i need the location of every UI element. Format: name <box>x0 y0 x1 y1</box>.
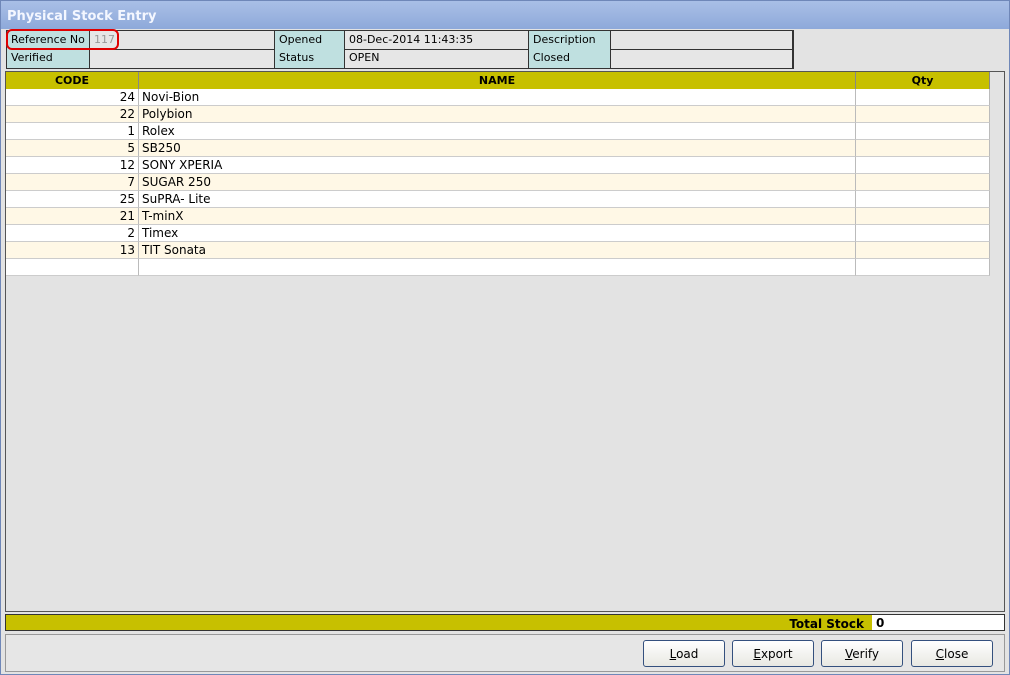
cell-name[interactable]: SB250 <box>139 140 856 157</box>
cell-code[interactable]: 12 <box>6 157 139 174</box>
cell-code[interactable]: 24 <box>6 89 139 106</box>
verify-button[interactable]: Verify <box>821 640 903 667</box>
cell-name[interactable]: TIT Sonata <box>139 242 856 259</box>
verified-field <box>90 49 275 68</box>
cell-code[interactable]: 1 <box>6 123 139 140</box>
cell-code[interactable]: 21 <box>6 208 139 225</box>
button-bar: Load Export Verify Close <box>5 634 1005 672</box>
table-row[interactable]: 22 Polybion <box>6 106 990 123</box>
cell-name[interactable]: Polybion <box>139 106 856 123</box>
column-code[interactable]: CODE <box>6 72 139 89</box>
opened-label: Opened <box>275 31 345 50</box>
table-row[interactable]: 1 Rolex <box>6 123 990 140</box>
cell-code[interactable]: 25 <box>6 191 139 208</box>
total-stock-value: 0 <box>872 615 1004 630</box>
export-button[interactable]: Export <box>732 640 814 667</box>
header-panel: Reference No 117 Opened 08-Dec-2014 11:4… <box>6 30 794 69</box>
table-row[interactable]: 13 TIT Sonata <box>6 242 990 259</box>
opened-field: 08-Dec-2014 11:43:35 <box>345 31 529 50</box>
table-row[interactable]: 12 SONY XPERIA <box>6 157 990 174</box>
cell-qty[interactable] <box>856 242 990 259</box>
cell-name[interactable]: T-minX <box>139 208 856 225</box>
column-name[interactable]: NAME <box>139 72 856 89</box>
cell-code[interactable]: 22 <box>6 106 139 123</box>
verify-label: Verify <box>844 647 880 661</box>
cell-qty[interactable] <box>856 191 990 208</box>
export-label: Export <box>753 647 793 661</box>
cell-qty[interactable] <box>856 140 990 157</box>
column-qty[interactable]: Qty <box>856 72 990 89</box>
cell-qty[interactable] <box>856 225 990 242</box>
cell-code[interactable]: 13 <box>6 242 139 259</box>
table-row[interactable]: 24 Novi-Bion <box>6 89 990 106</box>
status-label: Status <box>275 49 345 68</box>
table-row[interactable]: 25 SuPRA- Lite <box>6 191 990 208</box>
window-title: Physical Stock Entry <box>1 1 1009 29</box>
cell-name[interactable]: Timex <box>139 225 856 242</box>
grid-header: CODE NAME Qty <box>6 72 990 89</box>
cell-name[interactable]: Rolex <box>139 123 856 140</box>
description-label: Description <box>529 31 611 50</box>
close-label: Close <box>935 647 969 661</box>
table-row[interactable]: 2 Timex <box>6 225 990 242</box>
cell-qty[interactable] <box>856 89 990 106</box>
cell-qty[interactable] <box>856 174 990 191</box>
status-field: OPEN <box>345 49 529 68</box>
physical-stock-entry-window: Physical Stock Entry Reference No 117 Op… <box>0 0 1010 675</box>
cell-qty[interactable] <box>856 123 990 140</box>
cell-code[interactable] <box>6 259 139 276</box>
verified-label: Verified <box>7 49 90 68</box>
close-button[interactable]: Close <box>911 640 993 667</box>
table-row[interactable]: 7 SUGAR 250 <box>6 174 990 191</box>
cell-code[interactable]: 7 <box>6 174 139 191</box>
load-label: Load <box>669 647 699 661</box>
cell-name[interactable]: SONY XPERIA <box>139 157 856 174</box>
reference-highlight <box>6 29 119 50</box>
cell-code[interactable]: 2 <box>6 225 139 242</box>
cell-name[interactable]: SuPRA- Lite <box>139 191 856 208</box>
cell-name[interactable]: SUGAR 250 <box>139 174 856 191</box>
cell-name[interactable]: Novi-Bion <box>139 89 856 106</box>
cell-code[interactable]: 5 <box>6 140 139 157</box>
cell-qty[interactable] <box>856 259 990 276</box>
closed-label: Closed <box>529 49 611 68</box>
table-row[interactable] <box>6 259 990 276</box>
table-row[interactable]: 21 T-minX <box>6 208 990 225</box>
closed-field <box>611 49 793 68</box>
cell-qty[interactable] <box>856 208 990 225</box>
cell-name[interactable] <box>139 259 856 276</box>
total-stock-bar: Total Stock 0 <box>5 614 1005 631</box>
description-field[interactable] <box>611 31 793 50</box>
total-stock-label: Total Stock <box>789 617 864 631</box>
cell-qty[interactable] <box>856 157 990 174</box>
table-row[interactable]: 5 SB250 <box>6 140 990 157</box>
cell-qty[interactable] <box>856 106 990 123</box>
load-button[interactable]: Load <box>643 640 725 667</box>
stock-grid: CODE NAME Qty 24 Novi-Bion 22 Polybion 1 Role… <box>5 71 1005 612</box>
